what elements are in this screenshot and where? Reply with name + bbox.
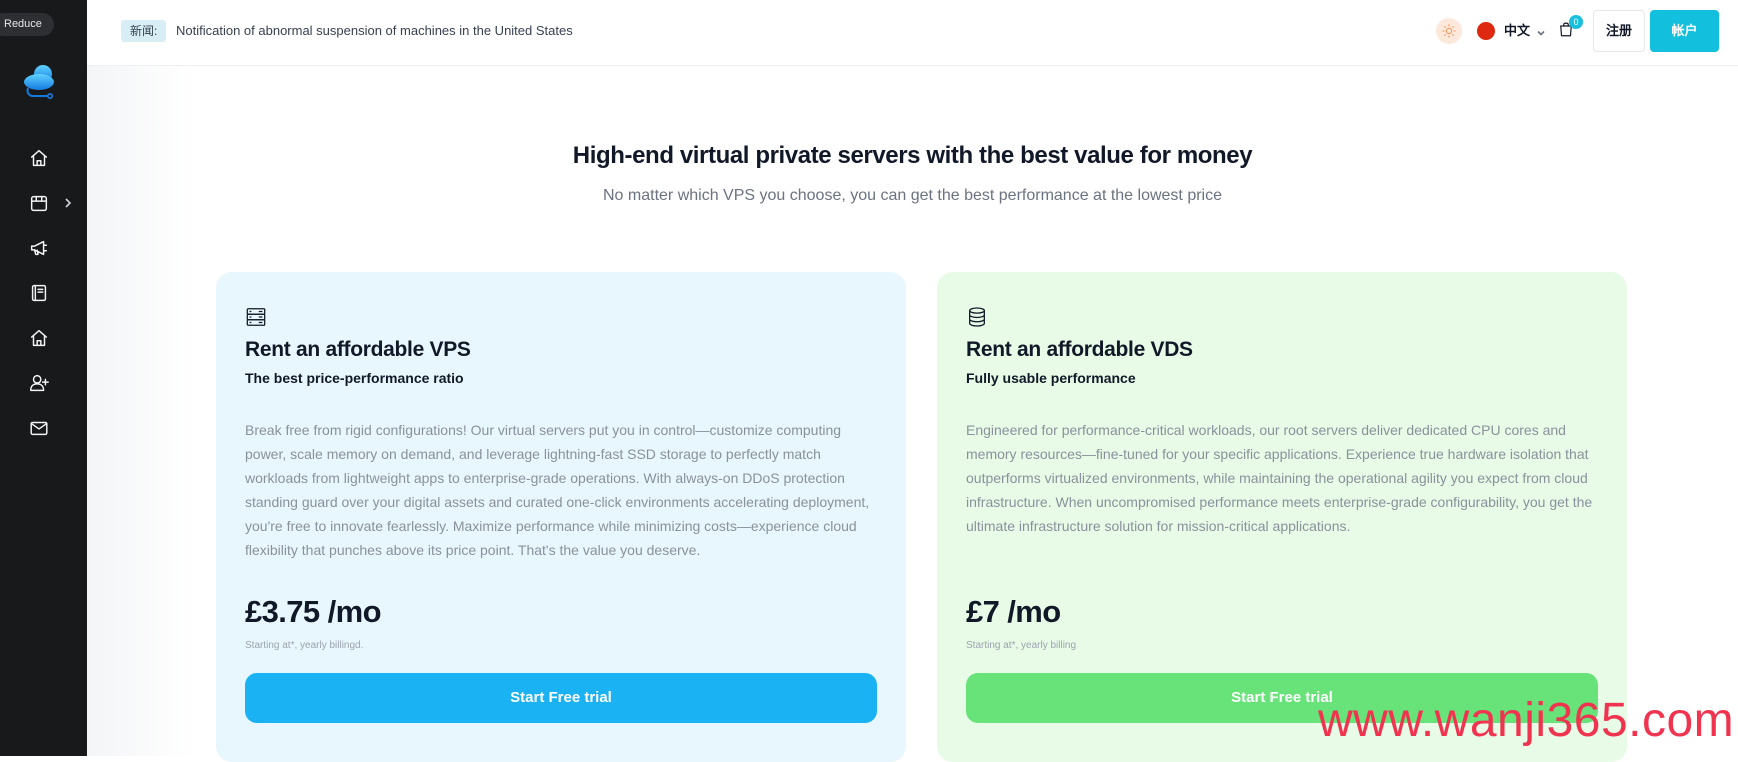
- language-selector[interactable]: 中文: [1504, 21, 1530, 41]
- chevron-down-icon[interactable]: [1536, 25, 1546, 36]
- news-tag: 新闻:: [121, 20, 167, 42]
- card-price: £3.75 /mo: [245, 594, 382, 629]
- card-price-note: Starting at*, yearly billing: [966, 640, 1077, 651]
- sidebar-item-affiliate[interactable]: [25, 369, 53, 397]
- page-subtitle: No matter which VPS you choose, you can …: [603, 187, 1222, 204]
- card-description: Engineered for performance-critical work…: [966, 422, 1593, 534]
- logo-icon[interactable]: [22, 60, 60, 100]
- page-title: High-end virtual private servers with th…: [572, 142, 1253, 169]
- card-price-note: Starting at*, yearly billingd.: [245, 640, 364, 651]
- card-description: Break free from rigid configurations! Ou…: [245, 422, 870, 558]
- news-headline[interactable]: Notification of abnormal suspension of m…: [176, 22, 573, 40]
- watermark: www.wanji365.com: [1318, 694, 1735, 747]
- account-button[interactable]: 帐户: [1650, 10, 1719, 52]
- home-icon: [30, 149, 48, 167]
- vps-plan-card: Rent an affordable VPS The best price-pe…: [216, 272, 906, 762]
- theme-toggle-button[interactable]: [1436, 18, 1462, 44]
- sidebar-item-docs[interactable]: [25, 279, 53, 307]
- sidebar-item-home[interactable]: [25, 144, 53, 172]
- database-icon: [966, 306, 988, 328]
- sun-icon: [1442, 24, 1456, 38]
- china-flag-icon[interactable]: [1477, 22, 1495, 40]
- card-price: £7 /mo: [966, 594, 1061, 629]
- sidebar-item-announcements[interactable]: [25, 234, 53, 262]
- chevron-right-icon[interactable]: [63, 196, 73, 210]
- sidebar-item-house[interactable]: [25, 324, 53, 352]
- sidebar: Reduce: [0, 0, 87, 756]
- reduce-button[interactable]: Reduce: [0, 13, 54, 36]
- vps-start-trial-button[interactable]: Start Free trial: [245, 673, 877, 723]
- register-button[interactable]: 注册: [1593, 10, 1645, 52]
- card-title: Rent an affordable VDS: [966, 338, 1193, 361]
- mail-icon: [30, 421, 48, 436]
- house-icon: [30, 329, 48, 347]
- top-bar: 新闻: Notification of abnormal suspension …: [87, 0, 1738, 66]
- store-icon: [30, 195, 48, 212]
- vds-plan-card: Rent an affordable VDS Fully usable perf…: [937, 272, 1627, 762]
- user-plus-icon: [30, 374, 49, 392]
- book-icon: [31, 284, 47, 302]
- card-subtitle: Fully usable performance: [966, 370, 1136, 386]
- cart-count-badge: 0: [1569, 15, 1583, 29]
- sidebar-item-contact[interactable]: [25, 414, 53, 442]
- card-title: Rent an affordable VPS: [245, 338, 471, 361]
- card-subtitle: The best price-performance ratio: [245, 370, 464, 386]
- megaphone-icon: [30, 240, 48, 256]
- server-icon: [245, 306, 267, 328]
- sidebar-item-store[interactable]: [25, 189, 53, 217]
